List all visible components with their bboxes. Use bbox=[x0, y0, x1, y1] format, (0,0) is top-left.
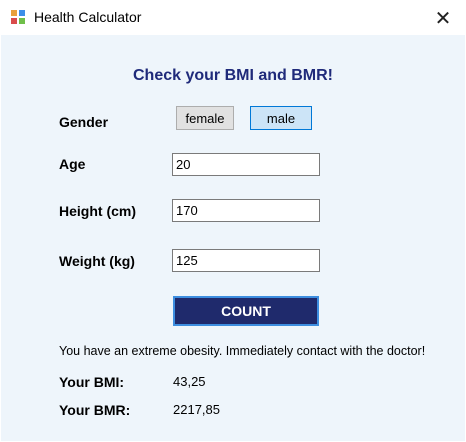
age-label: Age bbox=[59, 156, 86, 172]
height-label: Height (cm) bbox=[59, 203, 136, 219]
gender-label: Gender bbox=[59, 114, 109, 130]
page-heading: Check your BMI and BMR! bbox=[132, 67, 333, 84]
close-icon[interactable]: ✕ bbox=[420, 0, 466, 35]
bmr-label: Your BMR: bbox=[59, 402, 131, 418]
bmi-label: Your BMI: bbox=[59, 374, 125, 390]
title-bar: Health Calculator ✕ bbox=[0, 0, 466, 35]
weight-label: Weight (kg) bbox=[59, 253, 135, 269]
bmi-value: 43,25 bbox=[173, 374, 206, 389]
age-field[interactable] bbox=[172, 153, 320, 176]
result-message: You have an extreme obesity. Immediately… bbox=[59, 344, 426, 358]
female-button[interactable]: female bbox=[176, 106, 234, 130]
window-title: Health Calculator bbox=[34, 9, 142, 25]
count-button[interactable]: COUNT bbox=[173, 296, 319, 326]
bmr-value: 2217,85 bbox=[173, 402, 220, 417]
weight-field[interactable] bbox=[172, 249, 320, 272]
height-field[interactable] bbox=[172, 199, 320, 222]
count-button-label: COUNT bbox=[221, 303, 271, 319]
male-button[interactable]: male bbox=[250, 106, 312, 130]
app-window-icon bbox=[11, 10, 25, 24]
